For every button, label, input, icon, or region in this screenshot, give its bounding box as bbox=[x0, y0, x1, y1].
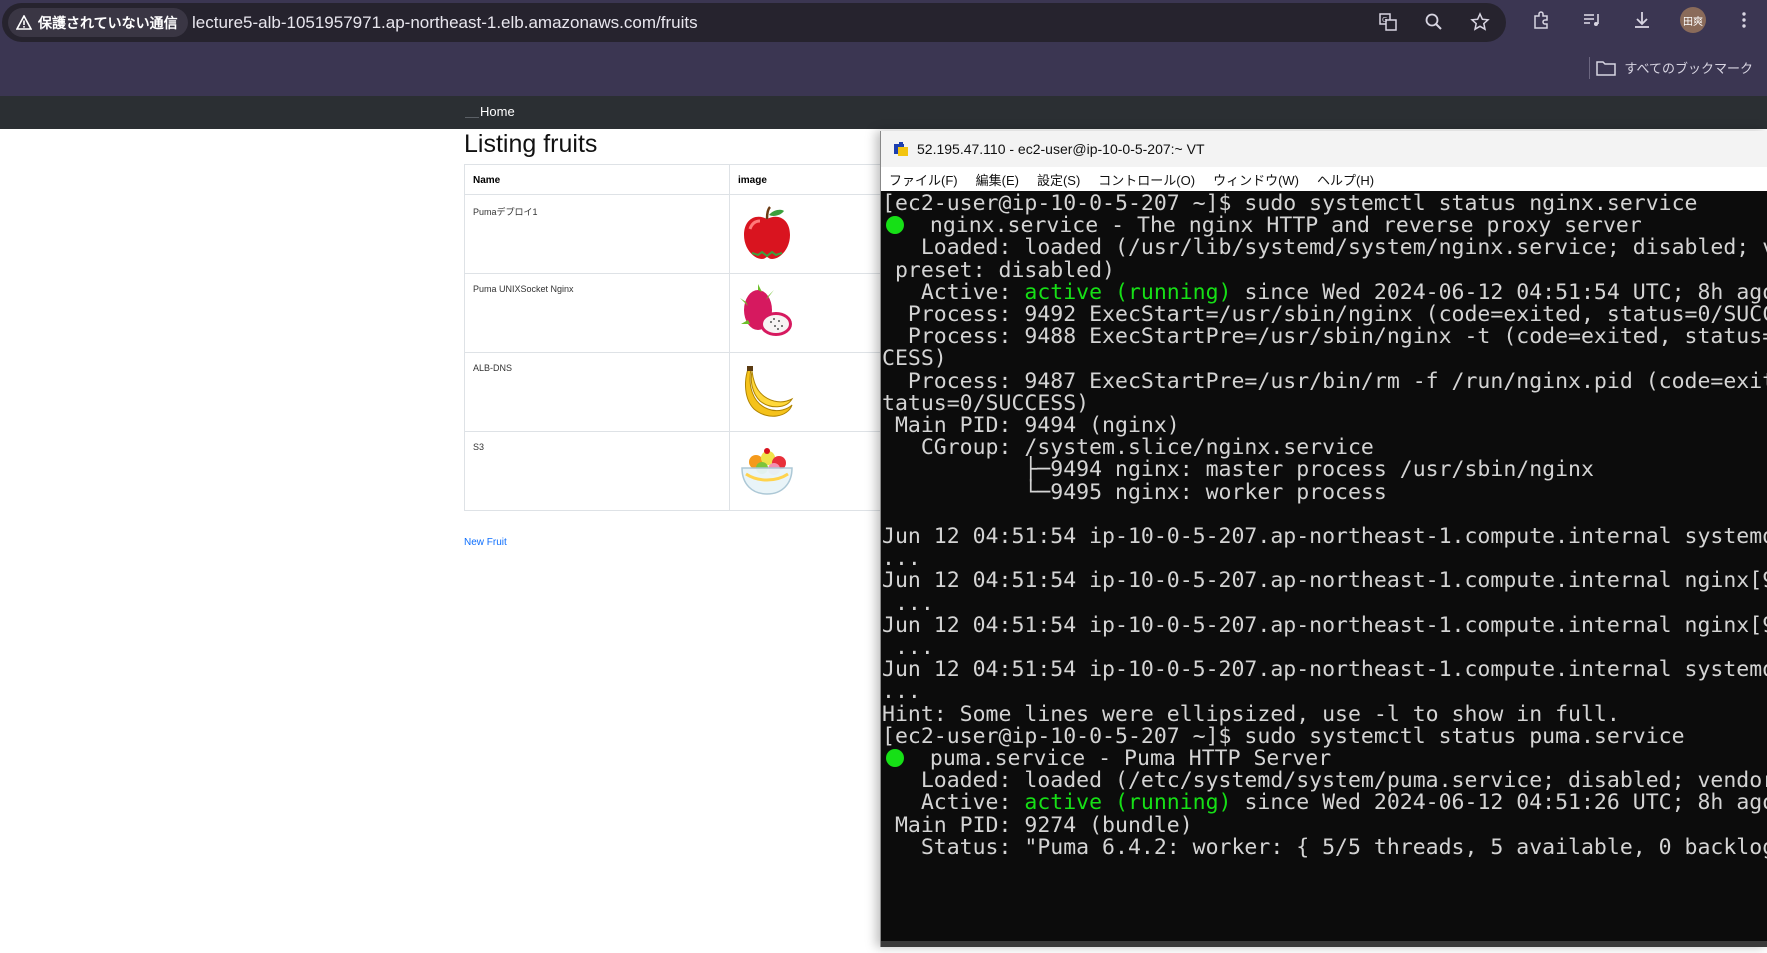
terminal-line: Jun 12 04:51:54 ip-10-0-5-207.ap-northea… bbox=[882, 524, 1767, 549]
bookmarks-label: すべてのブックマーク bbox=[1624, 62, 1753, 77]
fruit-name: Puma UNIXSocket Nginx bbox=[464, 273, 730, 353]
menu-icon[interactable] bbox=[1732, 8, 1756, 32]
terminal-menubar: ファイル(F) 編集(E) 設定(S) コントロール(O) ウィンドウ(W) ヘ… bbox=[881, 167, 1767, 191]
warning-icon bbox=[16, 14, 32, 30]
url-text[interactable]: lecture5-alb-1051957971.ap-northeast-1.e… bbox=[192, 13, 698, 33]
svg-text:G: G bbox=[1382, 16, 1387, 24]
menu-help[interactable]: ヘルプ(H) bbox=[1309, 170, 1384, 189]
terminal-line: CESS) bbox=[882, 346, 947, 371]
terminal-line: Jun 12 04:51:54 ip-10-0-5-207.ap-northea… bbox=[882, 568, 1767, 593]
all-bookmarks-button[interactable]: すべてのブックマーク bbox=[1596, 58, 1753, 77]
toolbar-actions: 田爽 bbox=[1530, 7, 1756, 33]
media-queue-icon[interactable] bbox=[1580, 8, 1604, 32]
terminal-line: Status: "Puma 6.4.2: worker: { 5/5 threa… bbox=[882, 835, 1767, 860]
terminal-line: Loaded: loaded (/usr/lib/systemd/system/… bbox=[882, 235, 1767, 260]
address-bar[interactable]: 保護されていない通信 lecture5-alb-1051957971.ap-no… bbox=[2, 3, 1506, 42]
download-icon[interactable] bbox=[1630, 8, 1654, 32]
browser-toolbar: 保護されていない通信 lecture5-alb-1051957971.ap-no… bbox=[0, 0, 1767, 96]
terminal-line: Active: active (running) since Wed 2024-… bbox=[882, 790, 1767, 815]
site-navbar bbox=[0, 96, 1767, 129]
profile-avatar[interactable]: 田爽 bbox=[1680, 7, 1706, 33]
apple-image bbox=[744, 206, 790, 259]
terminal-line: Jun 12 04:51:54 ip-10-0-5-207.ap-northea… bbox=[882, 657, 1767, 682]
terminal-line: └─9495 nginx: worker process bbox=[882, 480, 1387, 505]
menu-edit[interactable]: 編集(E) bbox=[968, 170, 1029, 189]
terminal-bottom-edge bbox=[881, 941, 1767, 947]
menu-window[interactable]: ウィンドウ(W) bbox=[1205, 170, 1309, 189]
terminal-title: 52.195.47.110 - ec2-user@ip-10-0-5-207:~… bbox=[917, 141, 1205, 157]
omnibox-actions: G bbox=[1376, 10, 1492, 34]
status-dot-icon bbox=[886, 216, 904, 234]
security-label: 保護されていない通信 bbox=[38, 15, 178, 32]
menu-control[interactable]: コントロール(O) bbox=[1090, 170, 1205, 189]
fruit-name: ALB-DNS bbox=[464, 352, 730, 432]
active-status: active (running) bbox=[1024, 790, 1232, 815]
security-chip[interactable]: 保護されていない通信 bbox=[8, 8, 188, 37]
terminal-output[interactable]: [ec2-user@ip-10-0-5-207 ~]$ sudo systemc… bbox=[881, 191, 1767, 947]
terminal-window[interactable]: 52.195.47.110 - ec2-user@ip-10-0-5-207:~… bbox=[880, 131, 1767, 947]
menu-settings[interactable]: 設定(S) bbox=[1029, 170, 1090, 189]
extensions-icon[interactable] bbox=[1530, 8, 1554, 32]
folder-icon bbox=[1596, 60, 1617, 76]
fruit-bowl-image bbox=[741, 448, 793, 495]
new-fruit-link[interactable]: New Fruit bbox=[464, 537, 507, 548]
zoom-icon[interactable] bbox=[1422, 10, 1446, 34]
terminal-line: Jun 12 04:51:54 ip-10-0-5-207.ap-northea… bbox=[882, 613, 1767, 638]
fruit-name: Pumaデプロイ1 bbox=[464, 194, 730, 274]
terminal-titlebar[interactable]: 52.195.47.110 - ec2-user@ip-10-0-5-207:~… bbox=[881, 131, 1767, 167]
translate-icon[interactable]: G bbox=[1376, 10, 1400, 34]
terminal-line: ... bbox=[882, 679, 921, 704]
banana-image bbox=[745, 366, 794, 417]
nav-home-link[interactable]: Home bbox=[480, 104, 515, 119]
terminal-line: Process: 9488 ExecStartPre=/usr/sbin/ngi… bbox=[882, 324, 1767, 349]
fruit-name: S3 bbox=[464, 431, 730, 511]
column-header-name: Name bbox=[464, 164, 730, 195]
bookmark-star-icon[interactable] bbox=[1468, 10, 1492, 34]
bookmarks-divider bbox=[1589, 57, 1590, 79]
dragon-fruit-image bbox=[740, 284, 792, 336]
navbar-toggler[interactable] bbox=[465, 117, 479, 118]
terminal-line: ├─9494 nginx: master process /usr/sbin/n… bbox=[882, 457, 1594, 482]
menu-file[interactable]: ファイル(F) bbox=[881, 170, 968, 189]
page-title: Listing fruits bbox=[464, 130, 598, 158]
teraterm-icon bbox=[894, 142, 908, 156]
status-dot-icon bbox=[886, 749, 904, 767]
